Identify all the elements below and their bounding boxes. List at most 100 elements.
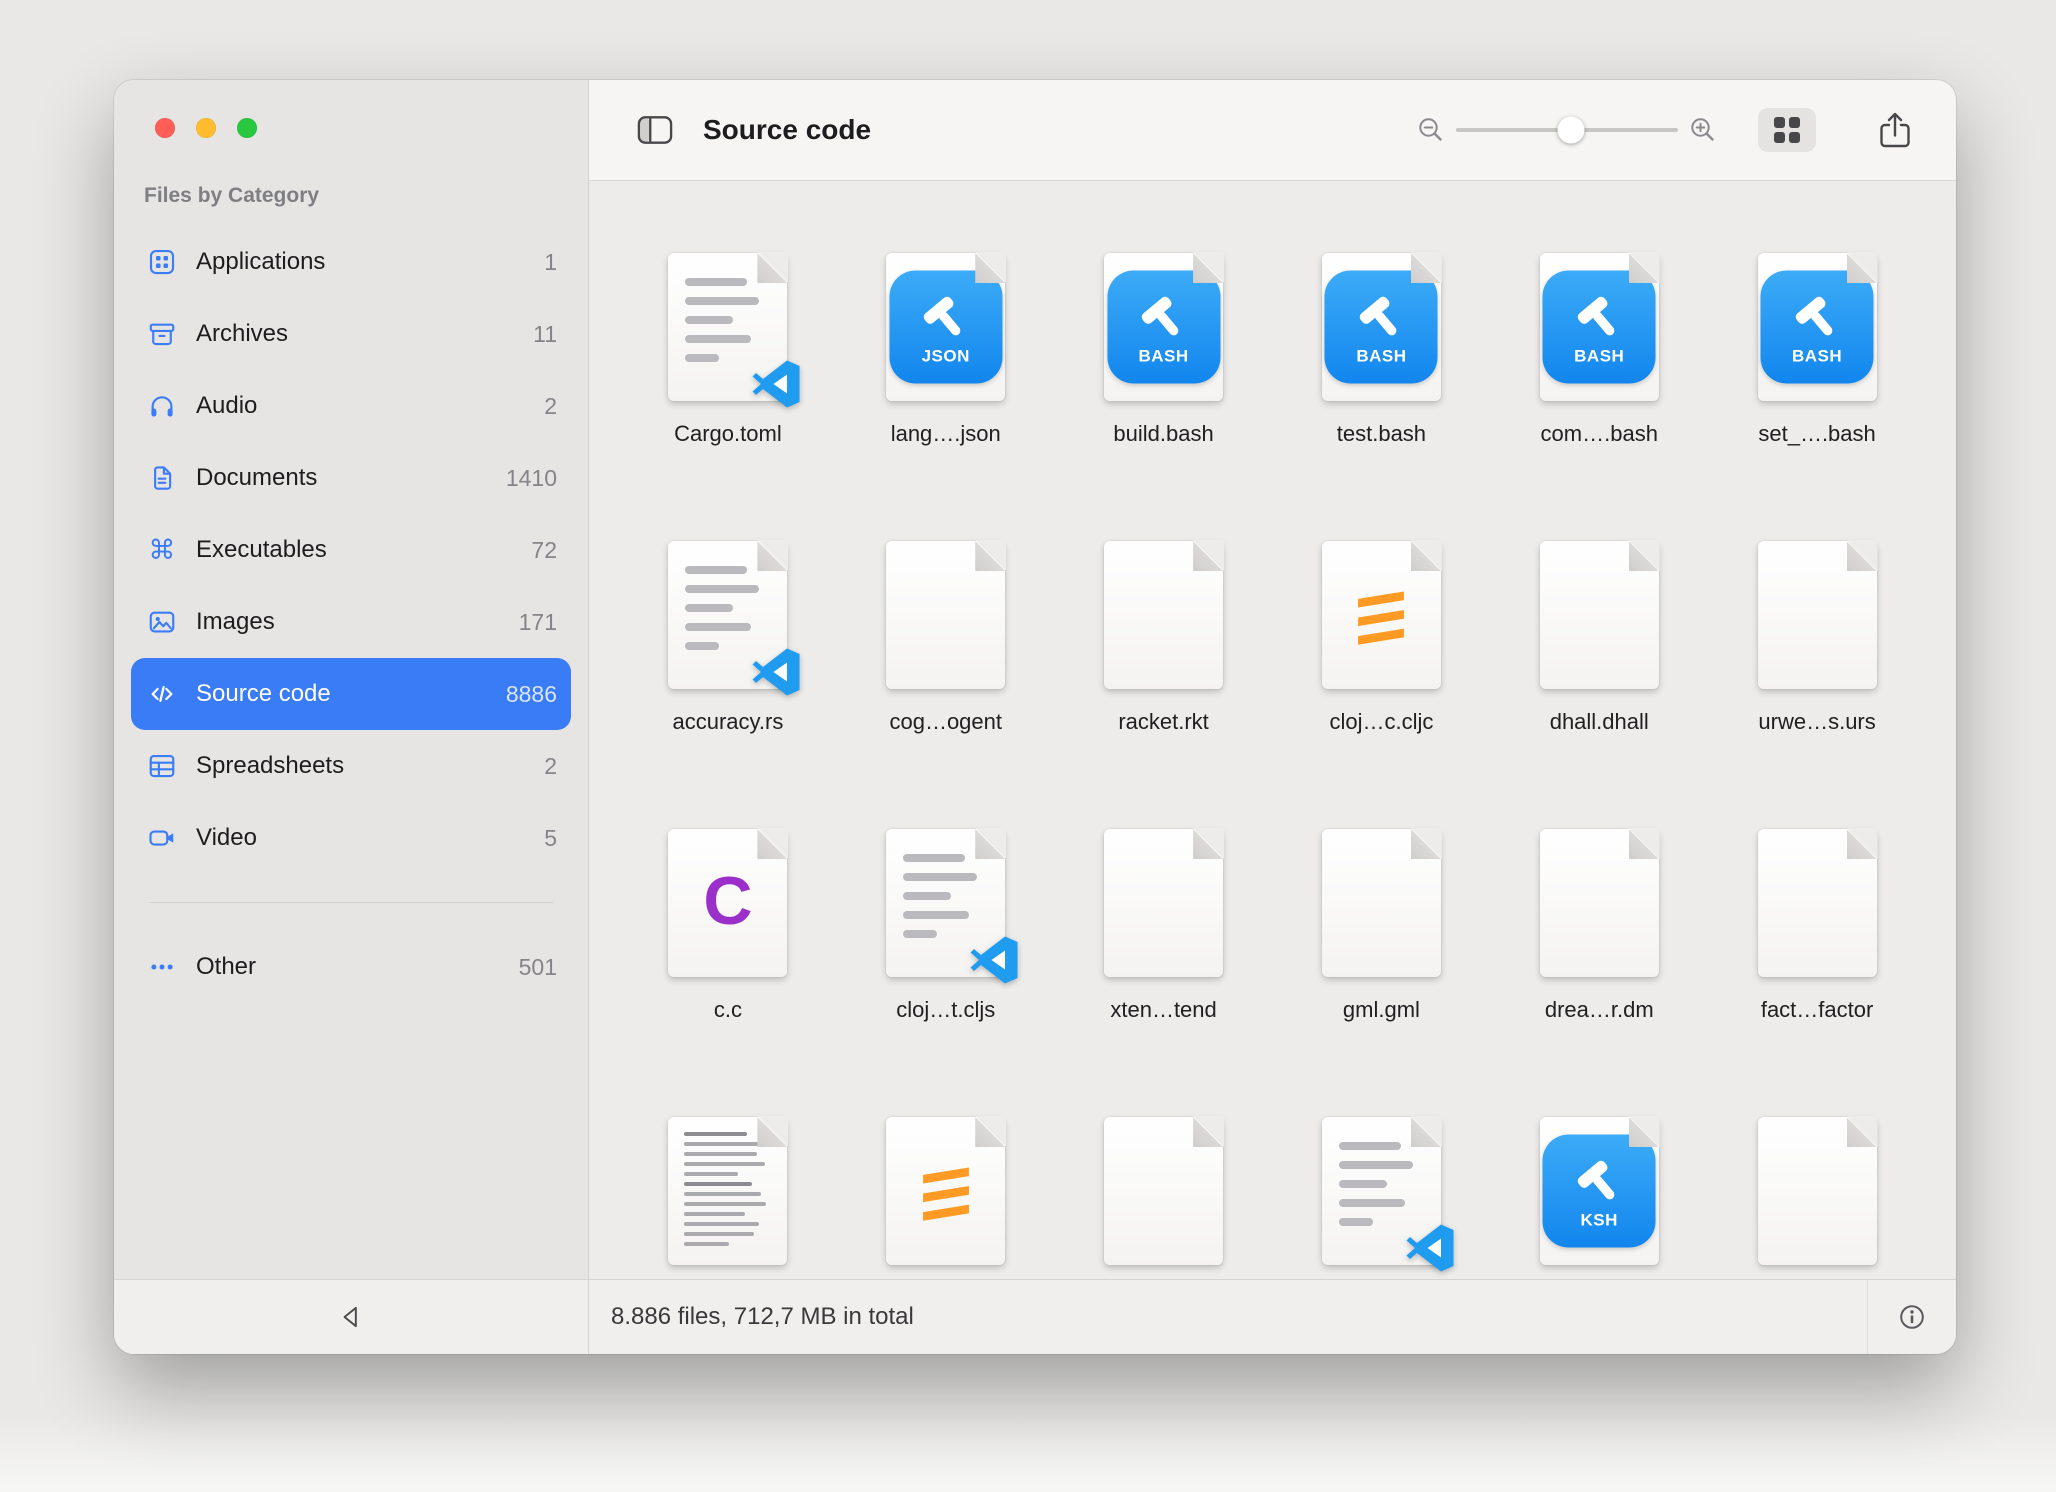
- file-tile[interactable]: accuracy.rs: [619, 529, 837, 817]
- close-button[interactable]: [155, 118, 175, 138]
- file-tile[interactable]: [1272, 1105, 1490, 1279]
- document-page: BASH: [1758, 253, 1877, 401]
- zoom-in-button[interactable]: [1688, 115, 1718, 145]
- file-icon: [1104, 529, 1223, 701]
- back-button[interactable]: [336, 1303, 366, 1331]
- document-page: C: [668, 829, 787, 977]
- file-tile[interactable]: C c.c: [619, 817, 837, 1105]
- text-lines: [685, 566, 761, 661]
- file-tile[interactable]: [1708, 1105, 1926, 1279]
- info-icon: [1896, 1301, 1928, 1333]
- file-name: accuracy.rs: [672, 709, 783, 735]
- document-page: [668, 1117, 787, 1265]
- file-name: dhall.dhall: [1550, 709, 1649, 735]
- zoom-button[interactable]: [237, 118, 257, 138]
- file-tile[interactable]: [1055, 1105, 1273, 1279]
- file-tile[interactable]: cloj…t.cljs: [837, 817, 1055, 1105]
- file-tile[interactable]: fact…factor: [1708, 817, 1926, 1105]
- file-name: test.bash: [1337, 421, 1426, 447]
- badge-label: BASH: [1574, 347, 1624, 367]
- minimize-button[interactable]: [196, 118, 216, 138]
- badge-label: BASH: [1792, 347, 1842, 367]
- source-code-icon: [144, 679, 180, 709]
- file-icon: [668, 1105, 787, 1277]
- main-panel: Source code: [589, 80, 1956, 1354]
- file-tile[interactable]: cog…ogent: [837, 529, 1055, 817]
- ksh-tool-icon: KSH: [1543, 1135, 1656, 1248]
- info-button[interactable]: [1896, 1301, 1928, 1333]
- toolbar-right-group: [1416, 108, 1912, 152]
- file-name: fact…factor: [1761, 997, 1873, 1023]
- file-tile[interactable]: BASH build.bash: [1055, 241, 1273, 529]
- file-tile[interactable]: urwe…s.urs: [1708, 529, 1926, 817]
- vscode-badge-icon: [751, 359, 801, 409]
- file-tile[interactable]: gml.gml: [1272, 817, 1490, 1105]
- sidebar-item-images[interactable]: Images 171: [131, 586, 571, 658]
- status-summary: 8.886 files, 712,7 MB in total: [611, 1303, 914, 1331]
- file-grid: Cargo.toml JSON lang….json: [589, 181, 1956, 1279]
- sidebar-item-documents[interactable]: Documents 1410: [131, 442, 571, 514]
- file-icon: [1322, 1105, 1441, 1277]
- sidebar-item-label: Video: [196, 824, 257, 852]
- file-icon: [1758, 1105, 1877, 1277]
- file-tile[interactable]: xten…tend: [1055, 817, 1273, 1105]
- file-tile[interactable]: BASH com….bash: [1490, 241, 1708, 529]
- sidebar-item-other[interactable]: Other 501: [131, 931, 571, 1003]
- file-tile[interactable]: Cargo.toml: [619, 241, 837, 529]
- sidebar-item-label: Images: [196, 608, 275, 636]
- file-tile[interactable]: dhall.dhall: [1490, 529, 1708, 817]
- grid-view-icon: [1774, 117, 1800, 143]
- file-tile[interactable]: KSH: [1490, 1105, 1708, 1279]
- zoom-slider[interactable]: [1456, 128, 1678, 132]
- file-tile[interactable]: BASH set_….bash: [1708, 241, 1926, 529]
- file-tile[interactable]: racket.rkt: [1055, 529, 1273, 817]
- file-tile[interactable]: cloj…c.cljc: [1272, 529, 1490, 817]
- file-name: c.c: [714, 997, 742, 1023]
- hammer-icon: [918, 291, 974, 347]
- sidebar-item-label: Source code: [196, 680, 331, 708]
- spreadsheet-icon: [144, 751, 180, 781]
- file-tile[interactable]: [619, 1105, 837, 1279]
- document-page: BASH: [1540, 253, 1659, 401]
- file-tile[interactable]: drea…r.dm: [1490, 817, 1708, 1105]
- info-zone: [1867, 1280, 1956, 1354]
- sidebar-item-archives[interactable]: Archives 11: [131, 298, 571, 370]
- sidebar-item-count: 11: [533, 321, 557, 348]
- sidebar-item-label: Executables: [196, 536, 327, 564]
- share-button[interactable]: [1878, 110, 1912, 150]
- video-camera-icon: [144, 823, 180, 853]
- file-name: set_….bash: [1758, 421, 1875, 447]
- photo-icon: [144, 607, 180, 637]
- grid-view-button[interactable]: [1758, 108, 1816, 152]
- file-icon: [668, 241, 787, 413]
- bash-tool-icon: BASH: [1761, 271, 1874, 384]
- page-title: Source code: [703, 114, 871, 146]
- file-tile[interactable]: JSON lang….json: [837, 241, 1055, 529]
- file-name: cog…ogent: [889, 709, 1002, 735]
- file-name: cloj…t.cljs: [896, 997, 995, 1023]
- sidebar-item-count: 2: [544, 393, 557, 420]
- file-icon: BASH: [1540, 241, 1659, 413]
- ellipsis-icon: [144, 952, 180, 982]
- file-icon: [1540, 817, 1659, 989]
- file-name: drea…r.dm: [1545, 997, 1654, 1023]
- sidebar-toggle-button[interactable]: [637, 115, 673, 145]
- sidebar-item-source-code[interactable]: Source code 8886: [131, 658, 571, 730]
- document-page: [1758, 829, 1877, 977]
- zoom-slider-knob[interactable]: [1558, 117, 1585, 144]
- sidebar-section-title: Files by Category: [144, 184, 588, 208]
- file-icon: JSON: [886, 241, 1005, 413]
- zoom-out-button[interactable]: [1416, 115, 1446, 145]
- sidebar-item-video[interactable]: Video 5: [131, 802, 571, 874]
- sidebar-item-count: 1410: [506, 465, 557, 492]
- file-tile[interactable]: [837, 1105, 1055, 1279]
- vscode-badge-icon: [969, 935, 1019, 985]
- sidebar-item-applications[interactable]: Applications 1: [131, 226, 571, 298]
- hammer-icon: [1136, 291, 1192, 347]
- sidebar-item-spreadsheets[interactable]: Spreadsheets 2: [131, 730, 571, 802]
- sidebar-item-audio[interactable]: Audio 2: [131, 370, 571, 442]
- file-tile[interactable]: BASH test.bash: [1272, 241, 1490, 529]
- sidebar-item-executables[interactable]: ⌘ Executables 72: [131, 514, 571, 586]
- document-page: [886, 541, 1005, 689]
- file-icon: [1104, 817, 1223, 989]
